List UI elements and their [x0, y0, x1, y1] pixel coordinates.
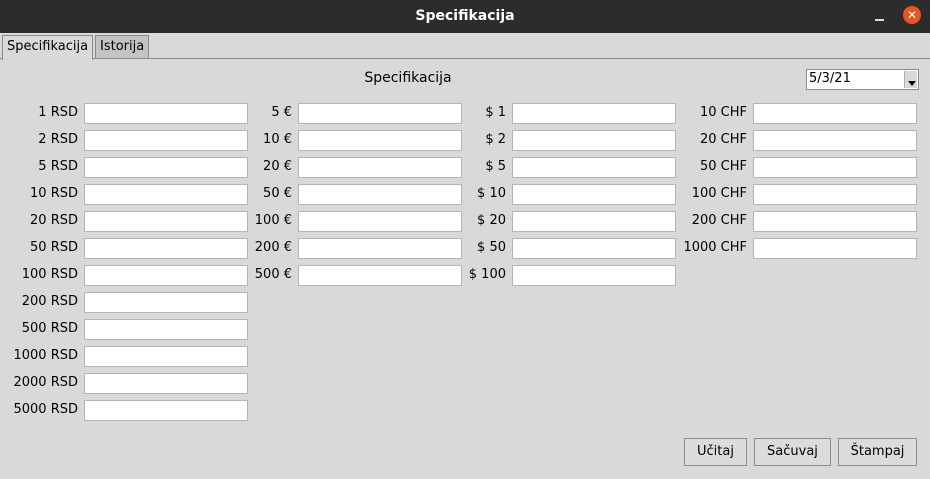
input-chf-2[interactable] [753, 157, 917, 178]
label-rsd-7: 200 RSD [21, 294, 78, 309]
input-rsd-11[interactable] [84, 400, 248, 421]
label-usd-2: $ 5 [485, 159, 506, 174]
label-chf-4: 200 CHF [691, 213, 747, 228]
save-button[interactable]: Sačuvaj [754, 438, 831, 466]
input-rsd-6[interactable] [84, 265, 248, 286]
label-eur-2: 20 € [263, 159, 292, 174]
input-rsd-1[interactable] [84, 130, 248, 151]
label-rsd-5: 50 RSD [30, 240, 78, 255]
label-eur-4: 100 € [254, 213, 292, 228]
input-eur-5[interactable] [298, 238, 462, 259]
input-usd-6[interactable] [512, 265, 676, 286]
label-eur-6: 500 € [254, 267, 292, 282]
label-chf-5: 1000 CHF [683, 240, 747, 255]
page-heading: Specifikacija [364, 70, 452, 86]
label-rsd-9: 1000 RSD [13, 348, 78, 363]
input-usd-4[interactable] [512, 211, 676, 232]
window-title: Specifikacija [415, 8, 515, 24]
input-chf-0[interactable] [753, 103, 917, 124]
label-eur-0: 5 € [271, 105, 292, 120]
input-eur-6[interactable] [298, 265, 462, 286]
label-usd-6: $ 100 [468, 267, 506, 282]
input-eur-4[interactable] [298, 211, 462, 232]
label-rsd-1: 2 RSD [38, 132, 78, 147]
input-rsd-3[interactable] [84, 184, 248, 205]
close-icon[interactable]: ✕ [903, 6, 921, 24]
load-button[interactable]: Učitaj [684, 438, 747, 466]
label-chf-1: 20 CHF [699, 132, 747, 147]
input-usd-2[interactable] [512, 157, 676, 178]
label-rsd-11: 5000 RSD [13, 402, 78, 417]
print-button[interactable]: Štampaj [838, 438, 917, 466]
label-eur-3: 50 € [263, 186, 292, 201]
label-rsd-6: 100 RSD [21, 267, 78, 282]
label-chf-0: 10 CHF [699, 105, 747, 120]
date-select[interactable]: 5/3/21 [806, 69, 919, 90]
input-rsd-8[interactable] [84, 319, 248, 340]
input-eur-0[interactable] [298, 103, 462, 124]
input-usd-5[interactable] [512, 238, 676, 259]
input-eur-1[interactable] [298, 130, 462, 151]
input-eur-3[interactable] [298, 184, 462, 205]
label-chf-2: 50 CHF [699, 159, 747, 174]
label-usd-3: $ 10 [477, 186, 506, 201]
input-rsd-10[interactable] [84, 373, 248, 394]
input-rsd-4[interactable] [84, 211, 248, 232]
input-chf-3[interactable] [753, 184, 917, 205]
input-usd-0[interactable] [512, 103, 676, 124]
date-value: 5/3/21 [809, 71, 851, 86]
input-rsd-5[interactable] [84, 238, 248, 259]
label-usd-1: $ 2 [485, 132, 506, 147]
input-rsd-7[interactable] [84, 292, 248, 313]
tab-divider [0, 58, 930, 59]
label-usd-4: $ 20 [477, 213, 506, 228]
label-rsd-10: 2000 RSD [13, 375, 78, 390]
label-rsd-2: 5 RSD [38, 159, 78, 174]
input-chf-4[interactable] [753, 211, 917, 232]
label-eur-5: 200 € [254, 240, 292, 255]
input-rsd-2[interactable] [84, 157, 248, 178]
label-rsd-4: 20 RSD [30, 213, 78, 228]
input-usd-3[interactable] [512, 184, 676, 205]
chevron-down-icon[interactable] [904, 71, 917, 88]
input-chf-1[interactable] [753, 130, 917, 151]
label-rsd-3: 10 RSD [30, 186, 78, 201]
minimize-icon[interactable] [866, 8, 892, 26]
label-chf-3: 100 CHF [691, 186, 747, 201]
label-usd-0: $ 1 [485, 105, 506, 120]
tab-istorija[interactable]: Istorija [95, 35, 150, 59]
input-usd-1[interactable] [512, 130, 676, 151]
label-usd-5: $ 50 [477, 240, 506, 255]
label-rsd-0: 1 RSD [38, 105, 78, 120]
input-eur-2[interactable] [298, 157, 462, 178]
input-chf-5[interactable] [753, 238, 917, 259]
input-rsd-0[interactable] [84, 103, 248, 124]
label-rsd-8: 500 RSD [21, 321, 78, 336]
label-eur-1: 10 € [263, 132, 292, 147]
tab-specifikacija[interactable]: Specifikacija [2, 35, 94, 60]
input-rsd-9[interactable] [84, 346, 248, 367]
